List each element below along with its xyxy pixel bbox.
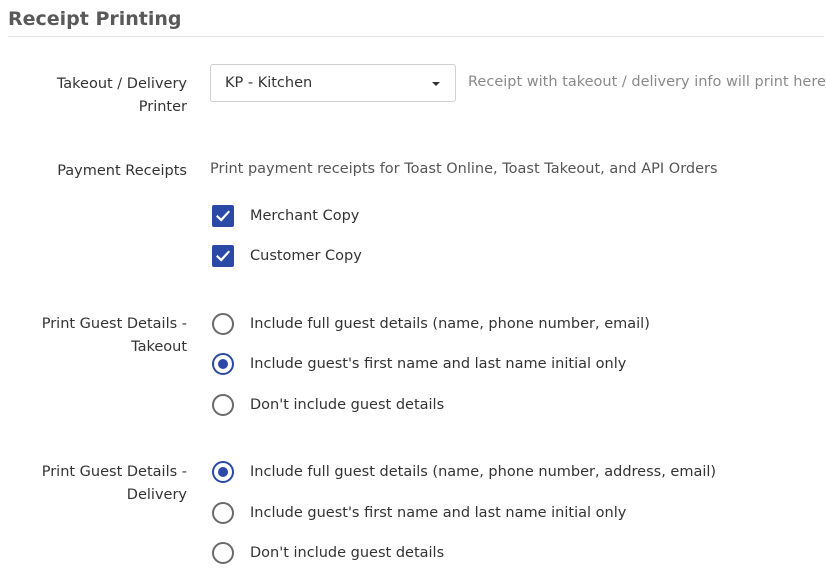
- delivery-full-details-label: Include full guest details (name, phone …: [250, 464, 717, 480]
- customer-copy-option[interactable]: Customer Copy: [212, 244, 362, 268]
- takeout-printer-selected-value: KP - Kitchen: [225, 75, 313, 91]
- payment-receipts-label: Payment Receipts: [57, 163, 187, 179]
- delivery-first-name-label: Include guest's first name and last name…: [250, 505, 627, 521]
- guest-takeout-label-line1: Print Guest Details -: [41, 316, 187, 332]
- takeout-full-details-label: Include full guest details (name, phone …: [250, 316, 650, 332]
- takeout-no-details-radio[interactable]: [212, 394, 234, 416]
- delivery-no-details-option[interactable]: Don't include guest details: [212, 541, 444, 565]
- section-title: Receipt Printing: [8, 8, 182, 30]
- customer-copy-checkbox[interactable]: [212, 245, 234, 267]
- takeout-printer-label: Takeout / Delivery Printer: [57, 73, 187, 119]
- delivery-first-name-radio[interactable]: [212, 502, 234, 524]
- delivery-first-name-option[interactable]: Include guest's first name and last name…: [212, 501, 626, 525]
- takeout-full-details-radio[interactable]: [212, 313, 234, 335]
- takeout-no-details-label: Don't include guest details: [250, 397, 445, 413]
- takeout-printer-label-line2: Printer: [138, 99, 187, 115]
- takeout-no-details-option[interactable]: Don't include guest details: [212, 393, 444, 417]
- guest-delivery-label: Print Guest Details - Delivery: [42, 461, 187, 507]
- guest-takeout-label: Print Guest Details - Takeout: [42, 313, 187, 359]
- delivery-no-details-label: Don't include guest details: [250, 545, 445, 561]
- takeout-first-name-radio[interactable]: [212, 353, 234, 375]
- merchant-copy-checkbox[interactable]: [212, 205, 234, 227]
- delivery-no-details-radio[interactable]: [212, 542, 234, 564]
- takeout-first-name-label: Include guest's first name and last name…: [250, 356, 627, 372]
- delivery-full-details-option[interactable]: Include full guest details (name, phone …: [212, 460, 716, 484]
- takeout-printer-hint: Receipt with takeout / delivery info wil…: [468, 74, 826, 90]
- section-divider: [8, 36, 824, 37]
- takeout-full-details-option[interactable]: Include full guest details (name, phone …: [212, 312, 650, 336]
- checkmark-icon: [215, 210, 231, 222]
- payment-receipts-description: Print payment receipts for Toast Online,…: [210, 161, 718, 177]
- checkmark-icon: [215, 250, 231, 262]
- merchant-copy-option[interactable]: Merchant Copy: [212, 204, 359, 228]
- takeout-first-name-option[interactable]: Include guest's first name and last name…: [212, 352, 626, 376]
- chevron-down-icon: [432, 82, 440, 86]
- takeout-printer-dropdown[interactable]: KP - Kitchen: [210, 64, 456, 102]
- guest-delivery-label-line1: Print Guest Details -: [41, 464, 187, 480]
- guest-delivery-label-line2: Delivery: [126, 487, 187, 503]
- merchant-copy-label: Merchant Copy: [250, 208, 360, 224]
- customer-copy-label: Customer Copy: [250, 248, 362, 264]
- guest-takeout-label-line2: Takeout: [131, 339, 187, 355]
- takeout-printer-label-line1: Takeout / Delivery: [56, 76, 187, 92]
- delivery-full-details-radio[interactable]: [212, 461, 234, 483]
